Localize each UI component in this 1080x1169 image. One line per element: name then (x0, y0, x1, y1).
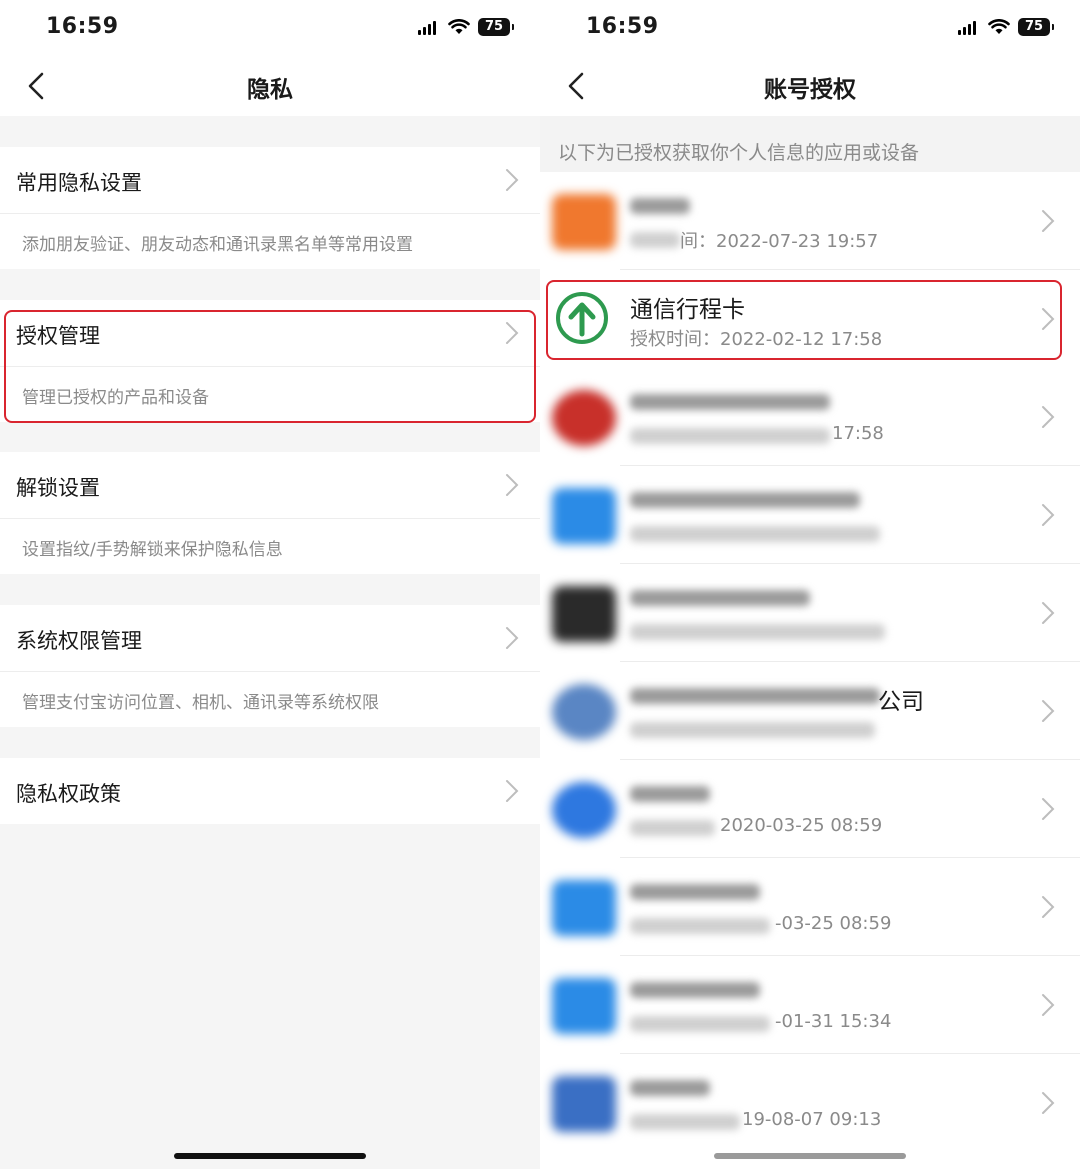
nav-bar: 隐私 (0, 58, 540, 116)
nav-bar: 账号授权 (540, 58, 1080, 116)
status-time: 16:59 (586, 14, 659, 39)
app-name: 公司 (878, 689, 924, 715)
wifi-icon (448, 19, 470, 34)
app-row[interactable]: 19-08-07 09:13 (540, 1054, 1080, 1152)
app-logo (552, 390, 616, 446)
app-logo (552, 978, 616, 1034)
app-row[interactable]: 公司 (540, 662, 1080, 760)
chevron-right-icon (1042, 798, 1055, 820)
row-title: 常用隐私设置 (16, 171, 142, 195)
authorized-time: 间：2022-07-23 19:57 (680, 231, 879, 252)
row-title: 解锁设置 (16, 476, 100, 500)
chevron-right-icon (506, 627, 519, 649)
settings-row-common-privacy[interactable]: 常用隐私设置 添加朋友验证、朋友动态和通讯录黑名单等常用设置 (0, 147, 540, 269)
app-row[interactable]: 间：2022-07-23 19:57 (540, 172, 1080, 270)
chevron-right-icon (1042, 896, 1055, 918)
page-title: 隐私 (247, 77, 293, 103)
row-title: 系统权限管理 (16, 629, 142, 653)
status-bar: 16:59 75 (0, 0, 540, 58)
battery-icon: 75 (478, 18, 514, 36)
chevron-right-icon (506, 780, 519, 802)
authorized-time: -03-25 08:59 (775, 913, 892, 934)
chevron-right-icon (1042, 602, 1055, 624)
row-description: 设置指纹/手势解锁来保护隐私信息 (22, 540, 283, 560)
chevron-right-icon (1042, 1092, 1055, 1114)
app-row[interactable] (540, 466, 1080, 564)
app-row[interactable]: 2020-03-25 08:59 (540, 760, 1080, 858)
caption-text: 以下为已授权获取你个人信息的应用或设备 (558, 142, 920, 164)
app-logo (552, 194, 616, 250)
app-row[interactable]: -03-25 08:59 (540, 858, 1080, 956)
chevron-right-icon (506, 474, 519, 496)
battery-icon: 75 (1018, 18, 1054, 36)
app-logo (552, 586, 616, 642)
authorized-time: -01-31 15:34 (775, 1011, 892, 1032)
chevron-right-icon (1042, 406, 1055, 428)
cellular-signal-icon (418, 19, 440, 35)
row-description: 管理支付宝访问位置、相机、通讯录等系统权限 (22, 693, 379, 713)
app-logo (552, 782, 616, 838)
settings-row-privacy-policy[interactable]: 隐私权政策 (0, 758, 540, 824)
highlight-box (4, 310, 536, 423)
authorized-time: 2020-03-25 08:59 (720, 815, 883, 836)
app-row[interactable]: -01-31 15:34 (540, 956, 1080, 1054)
row-description: 添加朋友验证、朋友动态和通讯录黑名单等常用设置 (22, 235, 413, 255)
chevron-right-icon (506, 169, 519, 191)
app-row[interactable] (540, 564, 1080, 662)
status-time: 16:59 (46, 14, 119, 39)
app-logo (552, 1076, 616, 1132)
home-indicator (714, 1153, 906, 1159)
app-logo (552, 880, 616, 936)
highlight-box (546, 280, 1062, 360)
account-authorization-screen: 16:59 75 账号授权 以下为已授权获取你个人信息的应用或设备 间：2022… (540, 0, 1080, 1169)
authorized-time: 19-08-07 09:13 (742, 1109, 882, 1130)
home-indicator (174, 1153, 366, 1159)
authorized-time: 17:58 (832, 423, 884, 444)
cellular-signal-icon (958, 19, 980, 35)
wifi-icon (988, 19, 1010, 34)
status-bar: 16:59 75 (540, 0, 1080, 58)
app-logo (552, 684, 616, 740)
page-title: 账号授权 (764, 77, 856, 103)
chevron-right-icon (1042, 210, 1055, 232)
chevron-right-icon (1042, 994, 1055, 1016)
settings-row-unlock[interactable]: 解锁设置 设置指纹/手势解锁来保护隐私信息 (0, 452, 540, 574)
list-caption: 以下为已授权获取你个人信息的应用或设备 (540, 116, 1080, 172)
chevron-right-icon (1042, 700, 1055, 722)
app-row[interactable]: 17:58 (540, 368, 1080, 466)
chevron-right-icon (1042, 504, 1055, 526)
row-title: 隐私权政策 (16, 782, 121, 806)
app-logo (552, 488, 616, 544)
settings-row-system-permissions[interactable]: 系统权限管理 管理支付宝访问位置、相机、通讯录等系统权限 (0, 605, 540, 727)
privacy-screen: 16:59 75 隐私 常用隐私设置 添加朋友验证、朋友动态和通讯录黑名单等常用… (0, 0, 540, 1169)
